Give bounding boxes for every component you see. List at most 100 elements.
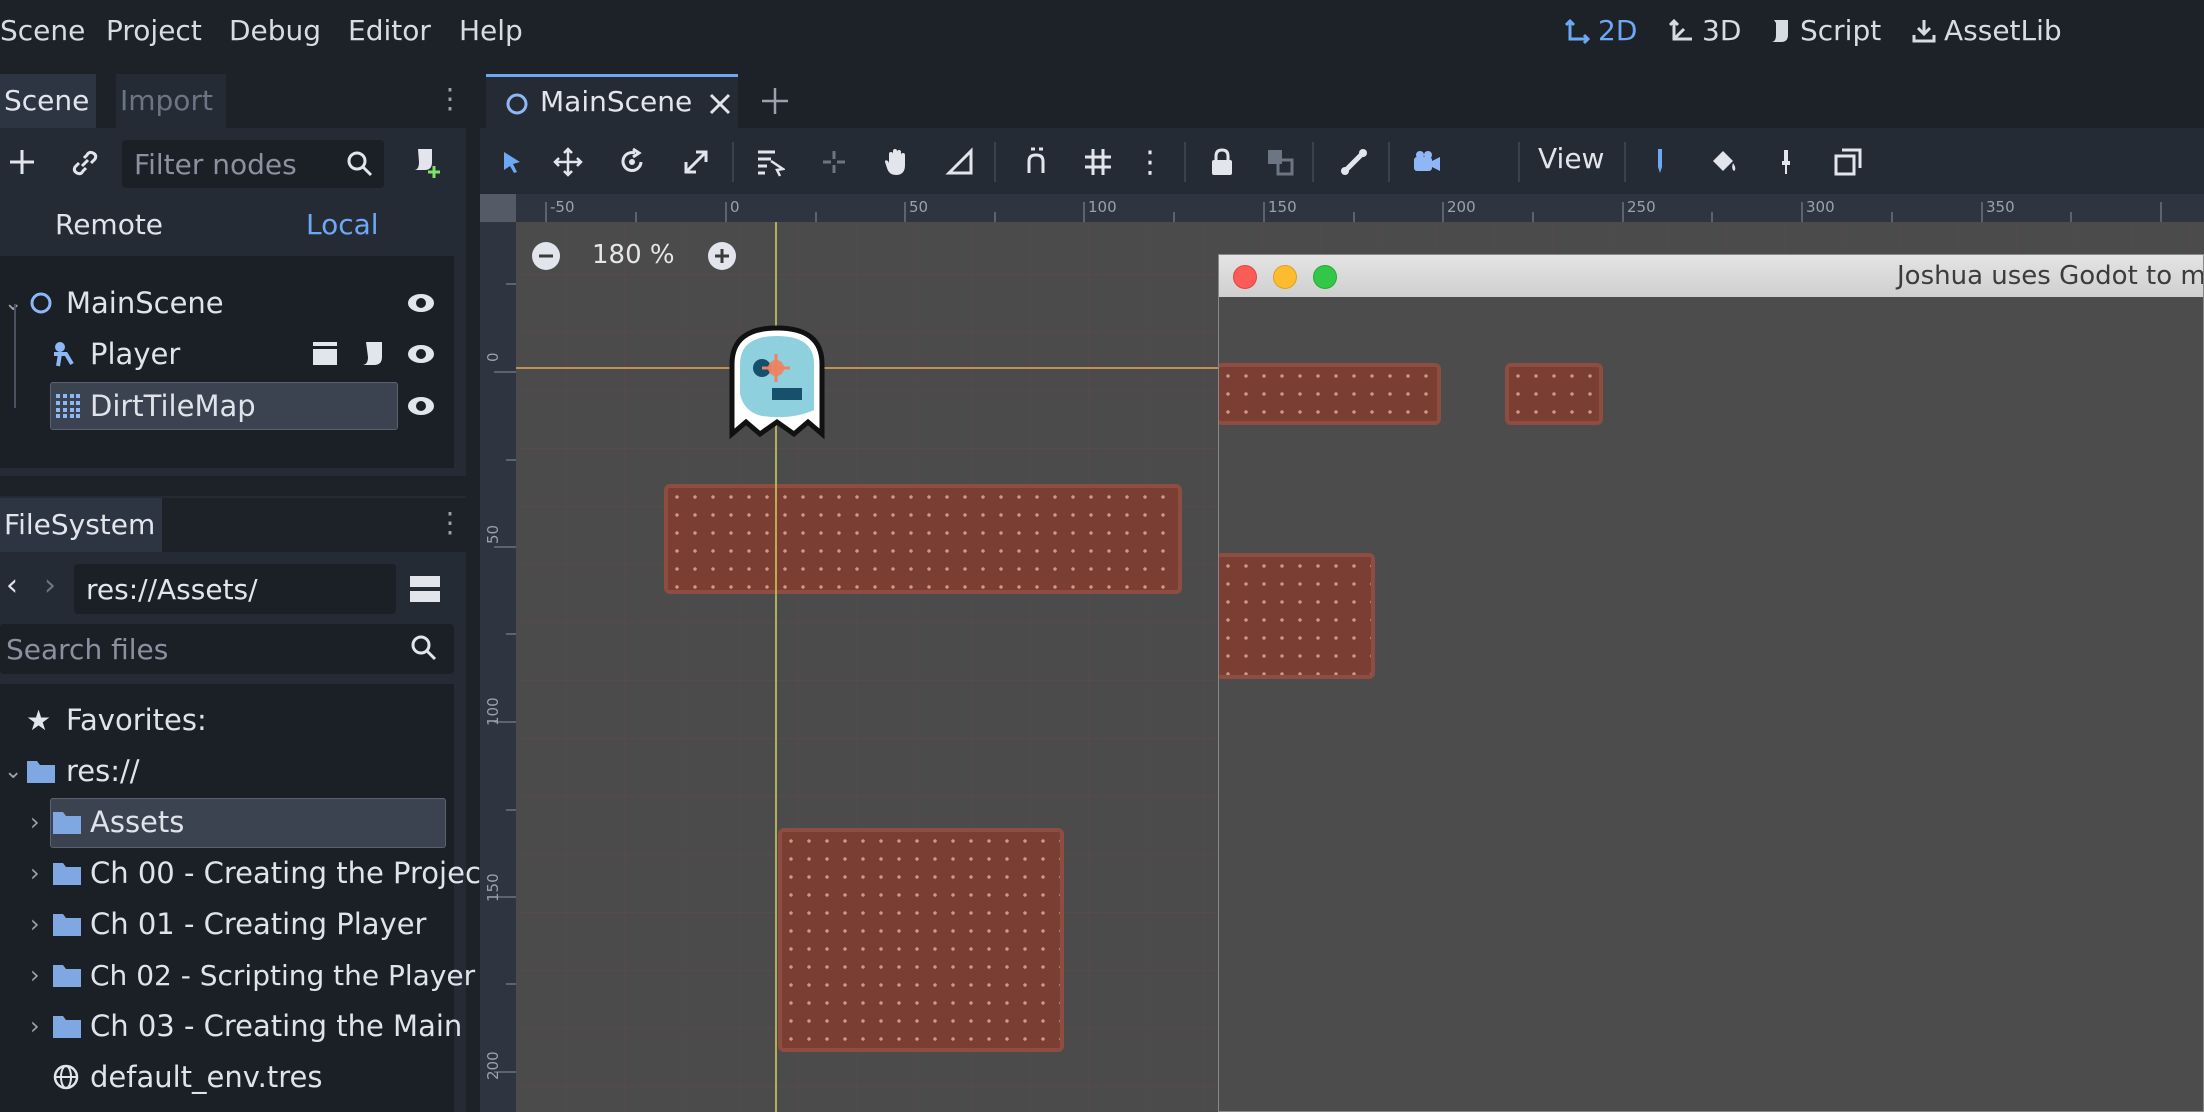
res-root-row[interactable]: ⌄ res://	[0, 747, 454, 795]
close-window-button[interactable]	[1233, 265, 1257, 289]
close-icon[interactable]	[708, 92, 732, 116]
file-row-default-env[interactable]: default_env.tres	[0, 1053, 454, 1101]
dirt-tile-platform[interactable]	[664, 484, 1182, 594]
dock-menu-icon[interactable]: ⋮	[436, 82, 464, 115]
chevron-right-icon[interactable]: ›	[30, 910, 40, 938]
ruler-label: 100	[484, 697, 502, 726]
remote-button[interactable]: Remote	[55, 208, 163, 241]
tree-row-mainscene[interactable]: ⌄ MainScene	[0, 279, 454, 327]
visibility-icon[interactable]	[406, 339, 436, 369]
chevron-right-icon[interactable]: ›	[30, 859, 40, 887]
zoom-out-icon[interactable]	[530, 240, 562, 272]
game-window-title: Joshua uses Godot to ma	[1897, 261, 2204, 291]
dock-menu-icon[interactable]: ⋮	[436, 506, 464, 539]
menu-editor[interactable]: Editor	[348, 14, 431, 47]
move-mode-icon[interactable]	[548, 142, 588, 182]
2d-icon	[1564, 18, 1591, 44]
file-row-assets[interactable]: › Assets	[0, 798, 454, 848]
menu-project[interactable]: Project	[106, 14, 202, 47]
menu-scene[interactable]: Scene	[0, 14, 85, 47]
folder-icon	[53, 914, 81, 936]
open-scene-icon[interactable]	[310, 339, 340, 369]
local-button[interactable]: Local	[306, 208, 379, 241]
chevron-right-icon[interactable]: ›	[30, 1012, 40, 1040]
workspace-assetlib-label: AssetLib	[1944, 14, 2062, 47]
file-row-ch03[interactable]: › Ch 03 - Creating the Main	[0, 1002, 462, 1050]
back-arrow-icon[interactable]: ‹	[6, 568, 18, 603]
tab-filesystem[interactable]: FileSystem	[0, 498, 162, 552]
filesystem-dock: FileSystem ⋮ ‹ › res://Assets/ Search fi…	[0, 496, 481, 1112]
ruler-mode-icon[interactable]	[940, 142, 980, 182]
search-files-placeholder: Search files	[6, 632, 169, 666]
select-mode-icon[interactable]	[492, 142, 532, 182]
zoom-level-label[interactable]: 180 %	[592, 240, 675, 270]
camera-override-icon[interactable]	[1406, 142, 1446, 182]
workspace-2d-button[interactable]: 2D	[1564, 14, 1637, 47]
pivot-icon[interactable]	[814, 142, 854, 182]
menu-debug[interactable]: Debug	[229, 14, 321, 47]
visibility-icon[interactable]	[406, 391, 436, 421]
workspace-assetlib-button[interactable]: AssetLib	[1910, 14, 2062, 47]
canvas-toolbar: ⋮ View	[480, 128, 2204, 194]
path-input[interactable]: res://Assets/	[74, 564, 396, 614]
tab-mainscene[interactable]: MainScene	[486, 74, 738, 128]
paint-tool-icon[interactable]	[1640, 142, 1680, 182]
smart-snap-icon[interactable]	[1016, 142, 1056, 182]
instance-scene-icon[interactable]	[410, 146, 444, 180]
chevron-down-icon[interactable]: ⌄	[4, 759, 22, 784]
ruler-corner	[480, 194, 516, 222]
zoom-in-icon[interactable]	[706, 240, 738, 272]
scale-mode-icon[interactable]	[676, 142, 716, 182]
ruler-label: 150	[1268, 198, 1297, 216]
grid-snap-icon[interactable]	[1078, 142, 1118, 182]
player-ghost-sprite[interactable]	[722, 324, 832, 444]
node-label: MainScene	[66, 286, 224, 320]
bucket-fill-icon[interactable]	[1704, 142, 1744, 182]
visibility-icon[interactable]	[406, 288, 436, 318]
link-icon[interactable]	[70, 148, 100, 178]
file-label: Ch 00 - Creating the Projec	[90, 856, 481, 890]
file-row-ch00[interactable]: › Ch 00 - Creating the Projec	[0, 849, 481, 897]
chevron-right-icon[interactable]: ›	[30, 961, 40, 989]
forward-arrow-icon[interactable]: ›	[44, 568, 56, 603]
split-view-icon[interactable]	[408, 572, 442, 606]
pan-mode-icon[interactable]	[876, 142, 916, 182]
ruler-label: -50	[550, 198, 575, 216]
maximize-window-button[interactable]	[1313, 265, 1337, 289]
favorites-row[interactable]: ★ Favorites:	[0, 696, 454, 744]
group-icon[interactable]	[1260, 142, 1300, 182]
game-dirt-tile	[1219, 363, 1441, 425]
lock-icon[interactable]	[1202, 142, 1242, 182]
add-node-icon[interactable]	[6, 146, 38, 178]
add-tab-icon[interactable]	[760, 86, 790, 116]
minimize-window-button[interactable]	[1273, 265, 1297, 289]
chevron-right-icon[interactable]: ›	[30, 808, 40, 836]
copy-icon[interactable]	[1828, 142, 1868, 182]
skeleton-icon[interactable]	[1334, 142, 1374, 182]
filter-nodes-input[interactable]: Filter nodes	[122, 140, 384, 188]
rotate-mode-icon[interactable]	[612, 142, 652, 182]
workspace-3d-button[interactable]: 3D	[1668, 14, 1741, 47]
list-select-icon[interactable]	[750, 142, 790, 182]
game-run-window[interactable]: Joshua uses Godot to ma	[1218, 254, 2204, 1112]
toolbar-separator	[1518, 142, 1520, 182]
tree-row-player[interactable]: Player	[0, 330, 454, 378]
tab-import[interactable]: Import	[116, 74, 226, 128]
more-options-icon[interactable]: ⋮	[1130, 142, 1170, 182]
dirt-tile-block[interactable]	[778, 828, 1064, 1052]
menu-help[interactable]: Help	[459, 14, 523, 47]
picker-icon[interactable]	[1766, 142, 1806, 182]
search-files-input[interactable]: Search files	[0, 624, 454, 674]
file-row-ch02[interactable]: › Ch 02 - Scripting the Player	[0, 951, 475, 999]
node2d-icon	[506, 93, 528, 115]
workspace-script-button[interactable]: Script	[1766, 14, 1881, 47]
file-label: Assets	[90, 805, 185, 839]
path-value: res://Assets/	[86, 572, 258, 606]
attached-script-icon[interactable]	[358, 339, 388, 369]
ruler-label: 350	[1986, 198, 2015, 216]
file-row-ch01[interactable]: › Ch 01 - Creating Player	[0, 900, 454, 948]
game-window-titlebar[interactable]: Joshua uses Godot to ma	[1219, 255, 2204, 297]
tab-scene[interactable]: Scene	[0, 74, 96, 128]
tree-row-dirttilemap[interactable]: DirtTileMap	[0, 382, 454, 430]
view-menu-button[interactable]: View	[1538, 142, 1604, 175]
